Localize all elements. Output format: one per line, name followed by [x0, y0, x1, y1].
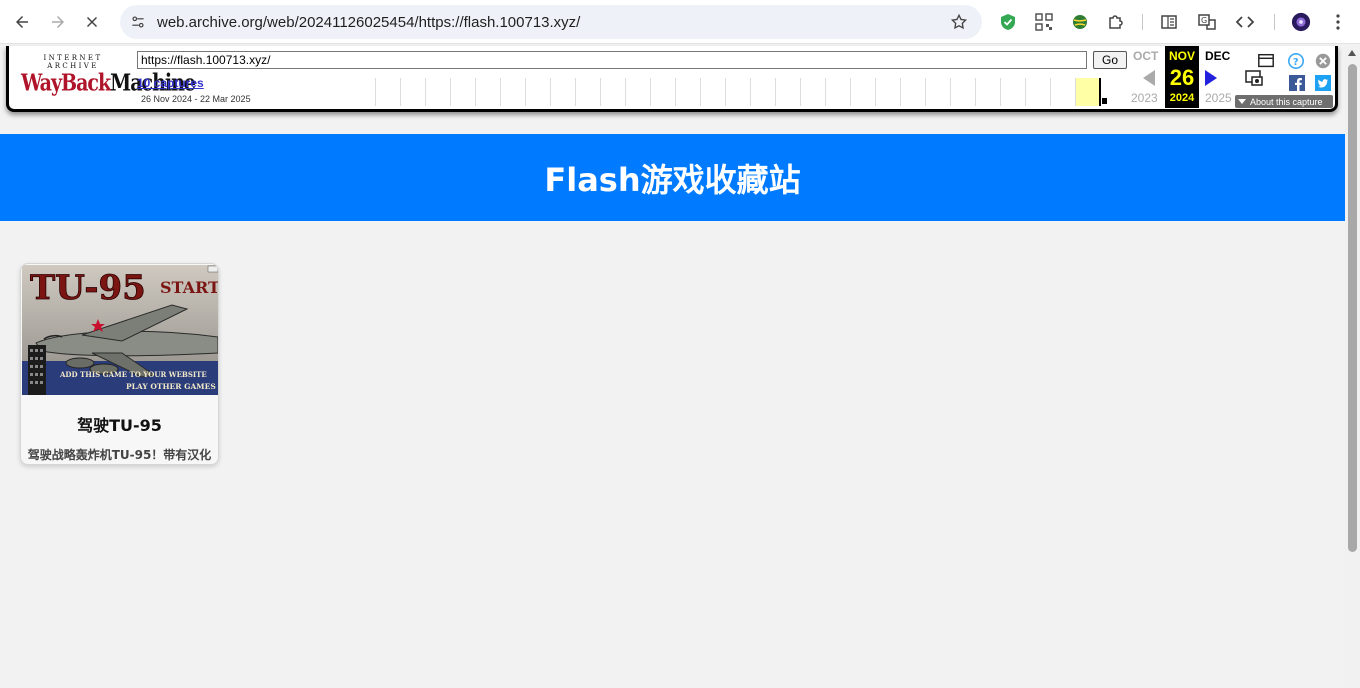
- menu-icon[interactable]: [1327, 11, 1349, 33]
- current-month: NOV: [1168, 49, 1195, 63]
- sparkline-month[interactable]: [775, 78, 800, 106]
- next-month[interactable]: DEC: [1205, 49, 1230, 63]
- current-capture-date: NOV 26 2024: [1165, 46, 1199, 108]
- scrollbar-thumb[interactable]: [1348, 64, 1357, 552]
- sparkline-month[interactable]: [400, 78, 425, 106]
- page-title: Flash游戏收藏站: [544, 160, 801, 199]
- capture-sparkline[interactable]: [375, 78, 1127, 106]
- page-header: Flash游戏收藏站: [0, 134, 1345, 221]
- prev-year[interactable]: 2023: [1131, 91, 1158, 105]
- about-capture-label: About this capture: [1250, 96, 1323, 107]
- thumb-start: START: [160, 278, 219, 297]
- wayback-logo-red: WayBack: [21, 69, 111, 97]
- qr-extension-icon[interactable]: [1033, 11, 1055, 33]
- sparkline-month[interactable]: [450, 78, 475, 106]
- sparkline-month[interactable]: [1000, 78, 1025, 106]
- browser-toolbar: web.archive.org/web/20241126025454/https…: [0, 0, 1360, 44]
- sparkline-month[interactable]: [725, 78, 750, 106]
- sparkline-month[interactable]: [675, 78, 700, 106]
- sparkline-month[interactable]: [625, 78, 650, 106]
- stop-icon[interactable]: [78, 8, 106, 36]
- puzzle-icon[interactable]: [1105, 11, 1127, 33]
- url-text[interactable]: web.archive.org/web/20241126025454/https…: [157, 14, 580, 31]
- twitter-icon[interactable]: [1313, 73, 1333, 93]
- site-settings-icon[interactable]: [128, 12, 148, 32]
- toolbar-divider: [1142, 14, 1143, 30]
- sparkline-month[interactable]: [500, 78, 525, 106]
- wayback-logo[interactable]: INTERNET ARCHIVE WayBackMachine: [21, 54, 196, 98]
- wayback-logo-top: INTERNET ARCHIVE: [43, 54, 103, 70]
- reading-list-icon[interactable]: [1158, 11, 1180, 33]
- star-icon[interactable]: [950, 13, 968, 31]
- sparkline-month[interactable]: [800, 78, 825, 106]
- thumb-line1: ADD THIS GAME TO YOUR WEBSITE: [59, 370, 207, 379]
- toolbar-divider: [1274, 14, 1275, 30]
- current-day: 26: [1169, 65, 1195, 90]
- game-card[interactable]: TU-95 START ADD THIS GAME TO YOUR WEBSIT…: [20, 263, 219, 465]
- sparkline-month[interactable]: [1025, 78, 1050, 106]
- current-year: 2024: [1169, 92, 1195, 104]
- captures-link[interactable]: 10 captures: [137, 76, 204, 90]
- sparkline-month[interactable]: [925, 78, 950, 106]
- sparkline-month[interactable]: [425, 78, 450, 106]
- next-capture-arrow-icon[interactable]: [1205, 70, 1217, 86]
- sparkline-month[interactable]: [600, 78, 625, 106]
- game-thumbnail[interactable]: TU-95 START ADD THIS GAME TO YOUR WEBSIT…: [22, 265, 219, 395]
- sparkline-capture-bar: [1102, 98, 1107, 104]
- sparkline-month[interactable]: [475, 78, 500, 106]
- prev-month[interactable]: OCT: [1133, 49, 1158, 63]
- sparkline-month[interactable]: [950, 78, 975, 106]
- profile-avatar[interactable]: [1290, 11, 1312, 33]
- screenshot-icon[interactable]: [1244, 68, 1264, 88]
- code-icon[interactable]: [1234, 11, 1256, 33]
- translate-icon[interactable]: G: [1196, 11, 1218, 33]
- go-button[interactable]: Go: [1093, 51, 1127, 69]
- sparkline-month[interactable]: [850, 78, 875, 106]
- svg-text:G: G: [1201, 16, 1207, 25]
- close-icon[interactable]: [1313, 51, 1333, 71]
- sparkline-month[interactable]: [875, 78, 900, 106]
- capture-range: 26 Nov 2024 - 22 Mar 2025: [141, 94, 251, 104]
- prev-capture-arrow-icon[interactable]: [1143, 70, 1155, 86]
- sparkline-month[interactable]: [1050, 78, 1075, 106]
- sparkline-month[interactable]: [750, 78, 775, 106]
- sparkline-month[interactable]: [375, 78, 400, 106]
- sparkline-month[interactable]: [825, 78, 850, 106]
- next-year[interactable]: 2025: [1205, 91, 1232, 105]
- wayback-url-input[interactable]: [137, 51, 1087, 69]
- sparkline-month[interactable]: [650, 78, 675, 106]
- page-scrollbar[interactable]: [1345, 46, 1360, 688]
- globe-extension-icon[interactable]: [1069, 11, 1091, 33]
- address-bar[interactable]: web.archive.org/web/20241126025454/https…: [120, 5, 982, 39]
- sparkline-month[interactable]: [1075, 78, 1100, 106]
- game-description: 驾驶战略轰炸机TU-95！带有汉化: [27, 448, 212, 462]
- thumb-title: TU-95: [30, 268, 146, 308]
- wayback-toolbar: INTERNET ARCHIVE WayBackMachine Go 10 ca…: [6, 46, 1338, 112]
- sparkline-month[interactable]: [900, 78, 925, 106]
- scroll-up-arrow-icon[interactable]: [1348, 50, 1356, 56]
- caret-down-icon: [1238, 99, 1246, 104]
- sparkline-month[interactable]: [975, 78, 1000, 106]
- sparkline-month[interactable]: [525, 78, 550, 106]
- sparkline-month[interactable]: [550, 78, 575, 106]
- shield-extension-icon[interactable]: [997, 11, 1019, 33]
- svg-text:?: ?: [1293, 57, 1299, 68]
- about-capture-button[interactable]: About this capture: [1235, 95, 1333, 108]
- wayback-logo-main: WayBackMachine: [21, 69, 196, 97]
- sparkline-month[interactable]: [700, 78, 725, 106]
- facebook-icon[interactable]: [1287, 73, 1307, 93]
- thumb-line2: PLAY OTHER GAMES: [126, 382, 216, 391]
- back-icon[interactable]: [8, 8, 36, 36]
- help-icon[interactable]: ?: [1286, 51, 1306, 71]
- forward-icon[interactable]: [44, 8, 72, 36]
- sparkline-month[interactable]: [575, 78, 600, 106]
- game-title[interactable]: 驾驶TU-95: [21, 412, 218, 436]
- sparkline-current-marker: [1099, 78, 1101, 106]
